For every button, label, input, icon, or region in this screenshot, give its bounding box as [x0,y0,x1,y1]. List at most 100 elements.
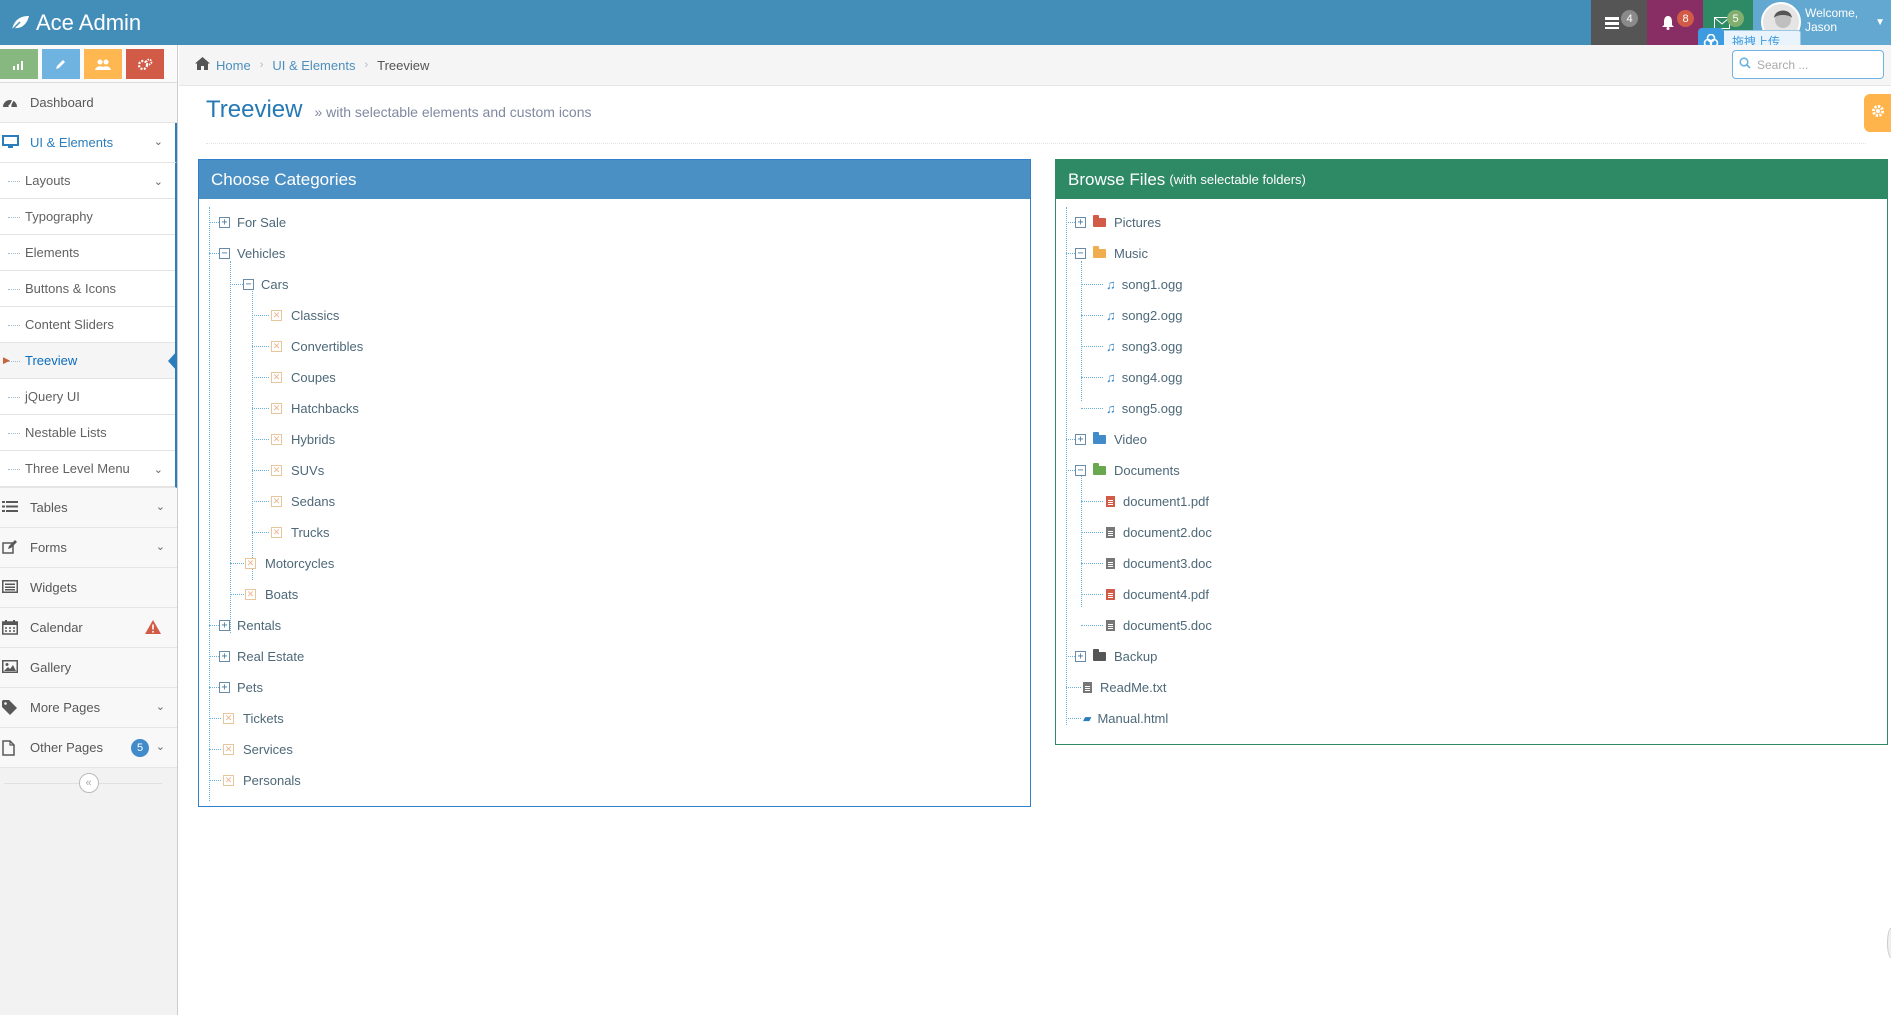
sidebar-item-content-sliders[interactable]: Content Sliders [0,307,175,343]
tree-folder-backup[interactable]: + Backup [1056,641,1887,672]
tree-file-document2[interactable]: document2.doc [1056,517,1887,548]
plus-icon[interactable]: + [219,217,230,228]
tree-folder-for-sale[interactable]: + For Sale [199,207,1030,238]
sidebar-item-jquery-ui[interactable]: jQuery UI [0,379,175,415]
tree-file-manual[interactable]: ▰ Manual.html [1056,703,1887,734]
tree-item-suvs[interactable]: ✕ SUVs [199,455,1030,486]
tree-item-motorcycles[interactable]: ✕ Motorcycles [199,548,1030,579]
sidebar-item-other-pages[interactable]: Other Pages 5 ⌄ [0,728,177,768]
tree-item-services[interactable]: ✕ Services [199,734,1030,765]
tree-item-hybrids[interactable]: ✕ Hybrids [199,424,1030,455]
tree-item-convertibles[interactable]: ✕ Convertibles [199,331,1030,362]
plus-icon[interactable]: + [1075,434,1086,445]
brand[interactable]: Ace Admin [10,0,141,45]
minus-icon[interactable]: − [1075,465,1086,476]
plus-icon[interactable]: + [1075,217,1086,228]
breadcrumb-section-link[interactable]: UI & Elements [272,58,355,73]
tree-item-boats[interactable]: ✕ Boats [199,579,1030,610]
checkbox-icon[interactable]: ✕ [271,465,282,476]
tree-folder-rentals[interactable]: + Rentals [199,610,1030,641]
notifications-menu[interactable]: 8 [1647,0,1703,45]
tree-file-song4[interactable]: ♫ song4.ogg [1056,362,1887,393]
scroll-handle[interactable] [1887,928,1891,958]
settings-toggle-button[interactable] [1864,94,1891,132]
sidebar-item-nestable-lists[interactable]: Nestable Lists [0,415,175,451]
tree-folder-pets[interactable]: + Pets [199,672,1030,703]
ui-elements-submenu: Layouts ⌄ Typography Elements Buttons & I… [0,163,177,488]
tree-file-song5[interactable]: ♫ song5.ogg [1056,393,1887,424]
folder-open-icon [1093,246,1106,258]
tree-file-document5[interactable]: document5.doc [1056,610,1887,641]
tree-item-classics[interactable]: ✕ Classics [199,300,1030,331]
sidebar-item-three-level-menu[interactable]: Three Level Menu ⌄ [0,451,175,487]
tree-folder-pictures[interactable]: + Pictures [1056,207,1887,238]
pencil-shortcut-button[interactable] [42,49,80,79]
tree-folder-cars[interactable]: − Cars [199,269,1030,300]
tree-file-document3[interactable]: document3.doc [1056,548,1887,579]
sidebar-item-more-pages[interactable]: More Pages ⌄ [0,688,177,728]
plus-icon[interactable]: + [219,620,230,631]
picture-icon [2,660,20,676]
sidebar-item-widgets[interactable]: Widgets [0,568,177,608]
checkbox-icon[interactable]: ✕ [271,310,282,321]
sidebar-item-label: Tables [30,500,68,515]
files-widget-title-note: (with selectable folders) [1169,172,1306,187]
plus-icon[interactable]: + [219,682,230,693]
double-angle-left-icon[interactable]: « [78,773,99,793]
tree-file-document4[interactable]: document4.pdf [1056,579,1887,610]
checkbox-icon[interactable]: ✕ [223,744,234,755]
tree-folder-vehicles[interactable]: − Vehicles [199,238,1030,269]
tree-item-hatchbacks[interactable]: ✕ Hatchbacks [199,393,1030,424]
signal-shortcut-button[interactable] [0,49,38,79]
tree-file-song1[interactable]: ♫ song1.ogg [1056,269,1887,300]
checkbox-icon[interactable]: ✕ [271,403,282,414]
tree-file-song2[interactable]: ♫ song2.ogg [1056,300,1887,331]
sidebar-item-elements[interactable]: Elements [0,235,175,271]
tree-folder-video[interactable]: + Video [1056,424,1887,455]
checkbox-icon[interactable]: ✕ [271,527,282,538]
sidebar-item-forms[interactable]: Forms ⌄ [0,528,177,568]
plus-icon[interactable]: + [1075,651,1086,662]
sidebar-item-gallery[interactable]: Gallery [0,648,177,688]
tree-folder-music[interactable]: − Music [1056,238,1887,269]
breadcrumb-home-link[interactable]: Home [216,58,251,73]
checkbox-icon[interactable]: ✕ [223,713,234,724]
search-input[interactable]: Search ... [1732,50,1884,79]
checkbox-icon[interactable]: ✕ [245,589,256,600]
tree-item-tickets[interactable]: ✕ Tickets [199,703,1030,734]
checkbox-icon[interactable]: ✕ [271,434,282,445]
plus-icon[interactable]: + [219,651,230,662]
sidebar-item-layouts[interactable]: Layouts ⌄ [0,163,175,199]
checkbox-icon[interactable]: ✕ [271,372,282,383]
minus-icon[interactable]: − [243,279,254,290]
checkbox-icon[interactable]: ✕ [223,775,234,786]
sidebar-item-dashboard[interactable]: Dashboard [0,83,177,123]
tree-folder-real-estate[interactable]: + Real Estate [199,641,1030,672]
tree-file-readme[interactable]: ReadMe.txt [1056,672,1887,703]
sidebar-item-treeview[interactable]: ▶ Treeview [0,343,177,379]
tree-file-song3[interactable]: ♫ song3.ogg [1056,331,1887,362]
calendar-icon [2,620,20,636]
users-shortcut-button[interactable] [84,49,122,79]
tree-item-sedans[interactable]: ✕ Sedans [199,486,1030,517]
tree-item-personals[interactable]: ✕ Personals [199,765,1030,796]
sidebar-item-buttons-icons[interactable]: Buttons & Icons [0,271,175,307]
sidebar-item-tables[interactable]: Tables ⌄ [0,488,177,528]
checkbox-icon[interactable]: ✕ [245,558,256,569]
tasks-menu[interactable]: 4 [1591,0,1647,45]
sidebar-item-calendar[interactable]: Calendar [0,608,177,648]
checkbox-icon[interactable]: ✕ [271,496,282,507]
chevron-right-icon: › [364,59,369,71]
tree-item-trucks[interactable]: ✕ Trucks [199,517,1030,548]
tree-folder-documents[interactable]: − Documents [1056,455,1887,486]
sidebar-item-ui-elements[interactable]: UI & Elements ⌄ [0,123,177,163]
sidebar-item-typography[interactable]: Typography [0,199,175,235]
checkbox-icon[interactable]: ✕ [271,341,282,352]
bell-icon [1662,16,1674,30]
minus-icon[interactable]: − [1075,248,1086,259]
tree-file-document1[interactable]: document1.pdf [1056,486,1887,517]
sidebar-item-label: Other Pages [30,740,103,755]
tree-item-coupes[interactable]: ✕ Coupes [199,362,1030,393]
minus-icon[interactable]: − [219,248,230,259]
cogs-shortcut-button[interactable] [126,49,164,79]
